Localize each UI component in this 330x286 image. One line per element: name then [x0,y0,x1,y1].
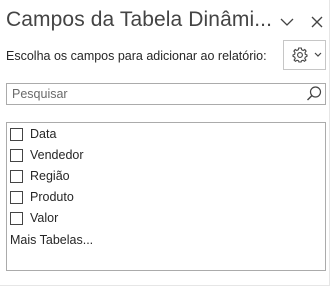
field-checkbox[interactable] [10,148,23,162]
field-item-valor[interactable]: Valor [10,209,58,227]
field-label: Data [30,127,57,141]
field-item-regiao[interactable]: Região [10,167,70,185]
field-checkbox[interactable] [10,169,23,183]
chevron-down-icon [314,52,322,57]
gear-icon [292,47,308,63]
field-label: Valor [30,211,59,225]
field-checkbox[interactable] [10,211,23,225]
field-label: Região [30,169,70,183]
search-input[interactable] [7,84,302,104]
field-checkbox[interactable] [10,127,23,141]
field-item-vendedor[interactable]: Vendedor [10,146,84,164]
field-search-box [6,83,326,105]
field-item-produto[interactable]: Produto [10,188,74,206]
field-item-data[interactable]: Data [10,125,56,143]
pane-instruction: Escolha os campos para adicionar ao rela… [6,49,267,63]
field-list: Data Vendedor Região Produto Valor Mais … [6,122,326,271]
pane-title: Campos da Tabela Dinâmi... [6,8,273,31]
field-label: Produto [30,190,74,204]
search-icon[interactable] [305,85,323,103]
field-checkbox[interactable] [10,190,23,204]
more-tables-link[interactable]: Mais Tabelas... [10,233,93,247]
pivot-table-fields-pane: Campos da Tabela Dinâmi... Escolha os ca… [0,0,330,286]
field-list-settings-button[interactable] [283,40,326,70]
close-icon [311,16,323,28]
chevron-down-icon [280,18,294,26]
pane-options-button[interactable] [277,12,297,32]
close-pane-button[interactable] [307,12,327,32]
field-label: Vendedor [30,148,84,162]
